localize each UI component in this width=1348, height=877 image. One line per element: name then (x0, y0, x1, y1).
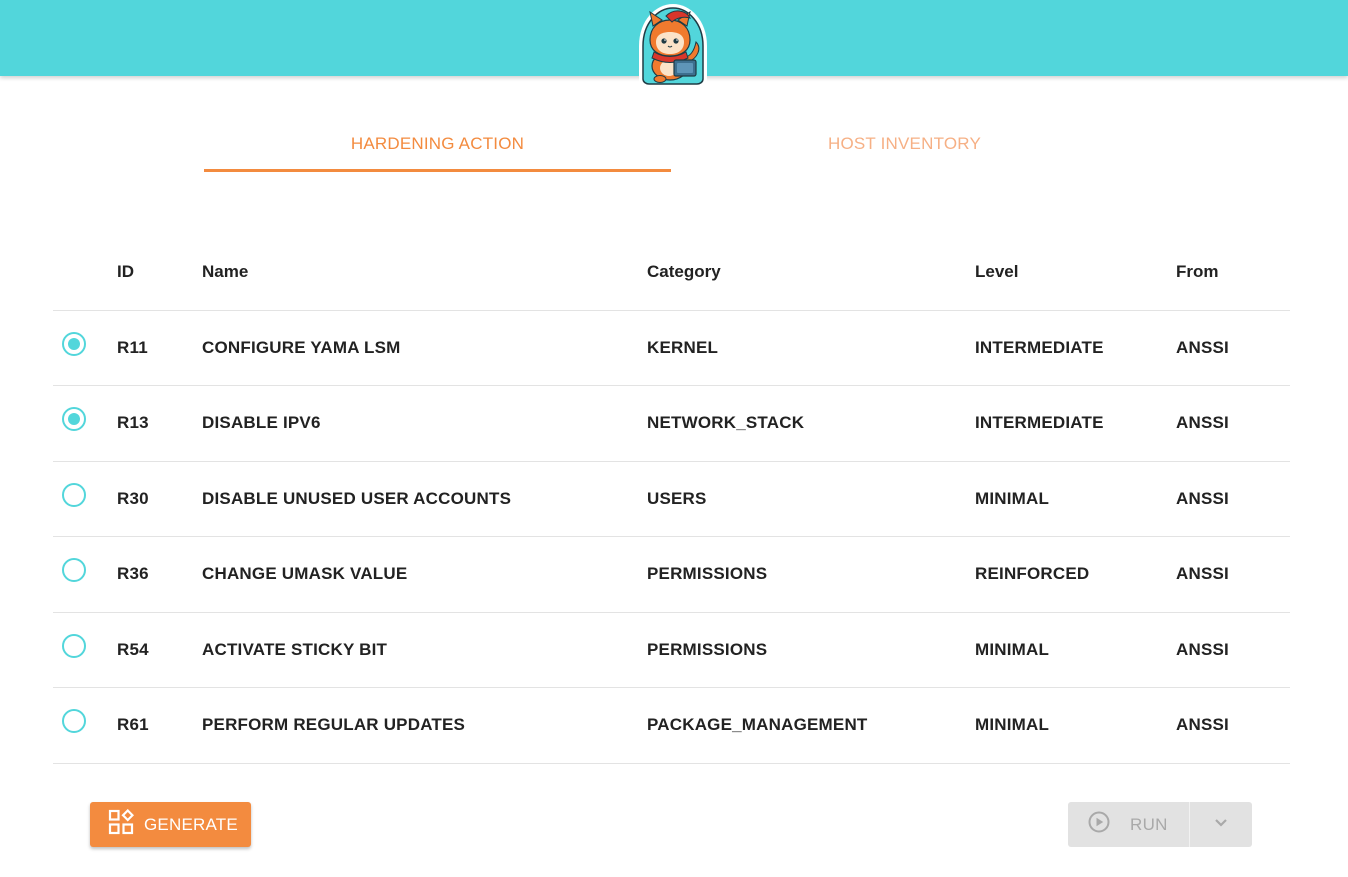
tab-host-inventory[interactable]: HOST INVENTORY (671, 118, 1138, 174)
column-header-level: Level (975, 235, 1176, 311)
run-button-label: RUN (1130, 814, 1168, 834)
play-circle-icon (1088, 811, 1110, 838)
cell-id: R30 (117, 461, 202, 537)
cell-category: PERMISSIONS (647, 536, 975, 613)
cell-from: ANSSI (1176, 536, 1290, 613)
chevron-down-icon (1213, 817, 1229, 832)
row-radio[interactable] (62, 709, 86, 734)
cell-level: MINIMAL (975, 461, 1176, 537)
table-row[interactable]: R36 CHANGE UMASK VALUE PERMISSIONS REINF… (53, 536, 1290, 613)
cell-category: KERNEL (647, 310, 975, 386)
cell-category: NETWORK_STACK (647, 385, 975, 462)
widgets-icon (108, 808, 135, 840)
column-header-name: Name (202, 235, 647, 311)
run-options-dropdown-button[interactable] (1189, 802, 1252, 847)
cell-level: INTERMEDIATE (975, 310, 1176, 386)
cell-name: CHANGE UMASK VALUE (202, 536, 647, 613)
cell-from: ANSSI (1176, 310, 1290, 386)
main-tabs: HARDENING ACTION HOST INVENTORY (204, 118, 1138, 174)
row-radio[interactable] (62, 558, 86, 583)
generate-button[interactable]: GENERATE (90, 802, 251, 847)
fox-mascot-logo (636, 2, 710, 88)
row-radio[interactable] (62, 482, 86, 507)
cell-name: PERFORM REGULAR UPDATES (202, 687, 647, 764)
run-button[interactable]: RUN (1068, 802, 1189, 847)
cell-level: MINIMAL (975, 687, 1176, 764)
cell-from: ANSSI (1176, 687, 1290, 764)
cell-id: R11 (117, 310, 202, 386)
hardening-actions-table: ID Name Category Level From R11 CONFIGUR… (53, 235, 1290, 764)
column-header-select (53, 235, 117, 311)
row-radio[interactable] (62, 633, 86, 658)
cell-name: DISABLE UNUSED USER ACCOUNTS (202, 461, 647, 537)
cell-level: REINFORCED (975, 536, 1176, 613)
table-row[interactable]: R54 ACTIVATE STICKY BIT PERMISSIONS MINI… (53, 612, 1290, 688)
table-row[interactable]: R30 DISABLE UNUSED USER ACCOUNTS USERS M… (53, 461, 1290, 537)
cell-category: USERS (647, 461, 975, 537)
cell-name: CONFIGURE YAMA LSM (202, 310, 647, 386)
table-row[interactable]: R13 DISABLE IPV6 NETWORK_STACK INTERMEDI… (53, 385, 1290, 462)
run-split-button: RUN (1068, 802, 1253, 847)
cell-name: ACTIVATE STICKY BIT (202, 612, 647, 688)
cell-category: PERMISSIONS (647, 612, 975, 688)
cell-from: ANSSI (1176, 612, 1290, 688)
tab-hardening-action[interactable]: HARDENING ACTION (204, 118, 671, 174)
cell-category: PACKAGE_MANAGEMENT (647, 687, 975, 764)
cell-id: R13 (117, 385, 202, 462)
active-tab-indicator (204, 169, 671, 172)
table-row[interactable]: R61 PERFORM REGULAR UPDATES PACKAGE_MANA… (53, 687, 1290, 764)
cell-id: R61 (117, 687, 202, 764)
cell-name: DISABLE IPV6 (202, 385, 647, 462)
table-row[interactable]: R11 CONFIGURE YAMA LSM KERNEL INTERMEDIA… (53, 310, 1290, 386)
cell-from: ANSSI (1176, 461, 1290, 537)
row-radio[interactable] (62, 407, 86, 432)
column-header-from: From (1176, 235, 1290, 311)
tab-label: HOST INVENTORY (827, 134, 981, 153)
cell-from: ANSSI (1176, 385, 1290, 462)
cell-id: R54 (117, 612, 202, 688)
row-radio[interactable] (62, 331, 86, 356)
cell-id: R36 (117, 536, 202, 613)
generate-button-label: GENERATE (144, 814, 238, 834)
column-header-category: Category (647, 235, 975, 311)
tab-label: HARDENING ACTION (350, 134, 525, 153)
cell-level: INTERMEDIATE (975, 385, 1176, 462)
table-header-row: ID Name Category Level From (53, 235, 1290, 311)
cell-level: MINIMAL (975, 612, 1176, 688)
column-header-id: ID (117, 235, 202, 311)
